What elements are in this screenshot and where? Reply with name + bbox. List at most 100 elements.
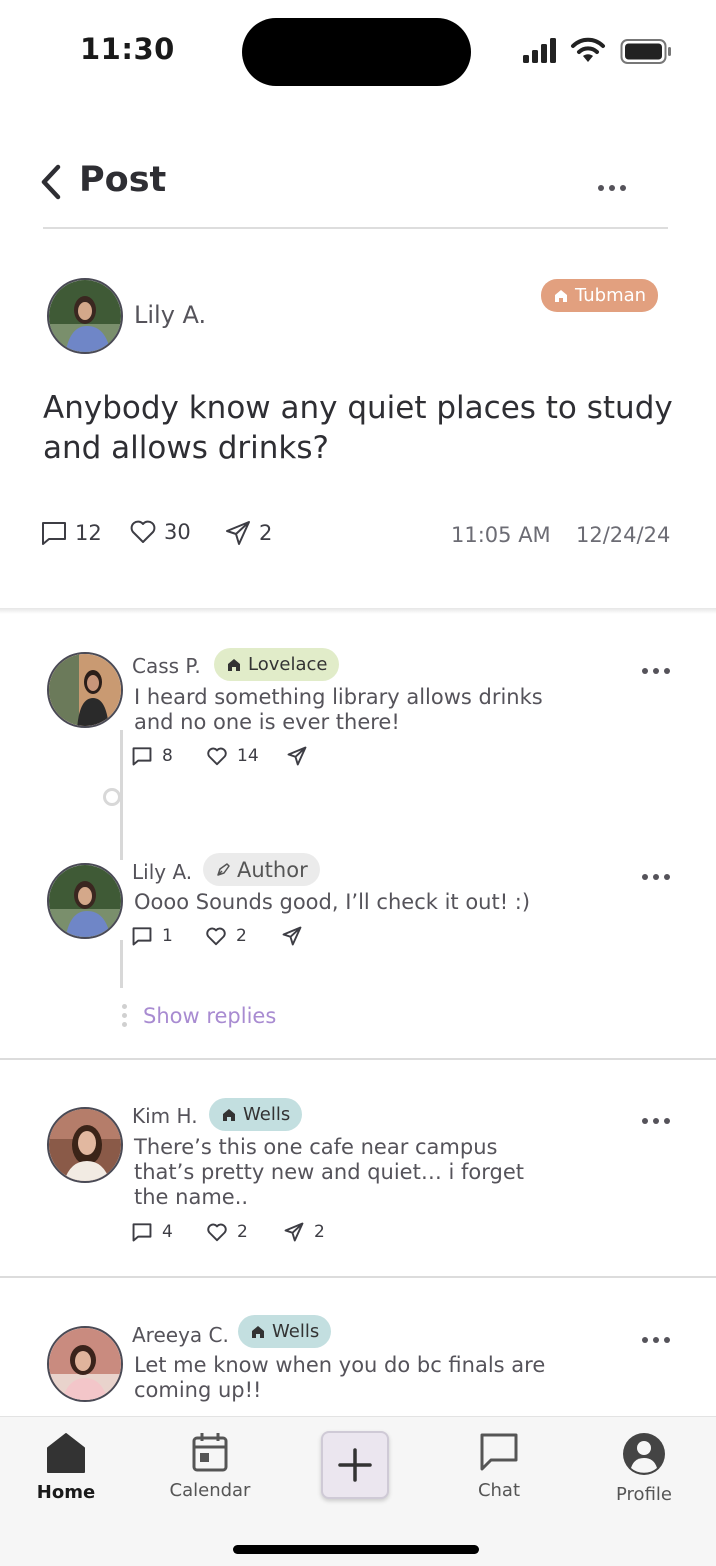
send-icon: [287, 746, 307, 766]
send-icon: [284, 1222, 304, 1242]
comment-count-button[interactable]: 12: [41, 520, 102, 546]
comment-icon: [132, 927, 152, 946]
heart-icon: [130, 520, 156, 543]
share-count-button[interactable]: 2: [284, 1222, 325, 1242]
post-author-name[interactable]: Lily A.: [134, 301, 206, 329]
comment-more-icon[interactable]: [642, 1118, 670, 1124]
avatar[interactable]: [47, 278, 123, 354]
thread-dots: [122, 1004, 127, 1027]
home-indicator: [233, 1545, 479, 1554]
show-replies-link[interactable]: Show replies: [143, 1004, 276, 1028]
share-count-button[interactable]: 2: [225, 520, 272, 546]
dorm-tag[interactable]: Wells: [209, 1098, 303, 1131]
dorm-tag[interactable]: Wells: [238, 1315, 332, 1348]
like-count: 2: [237, 1222, 248, 1242]
comment-author-name[interactable]: Areeya C.: [132, 1323, 229, 1347]
profile-icon: [623, 1433, 665, 1475]
like-count: 2: [236, 926, 247, 946]
like-count: 14: [237, 746, 259, 766]
dorm-tag-label: Wells: [243, 1104, 291, 1125]
house-icon: [223, 1108, 235, 1121]
comment-author-name[interactable]: Kim H.: [132, 1104, 198, 1128]
house-icon: [252, 1325, 264, 1338]
comment-count: 12: [75, 521, 102, 545]
comment-icon: [132, 1223, 152, 1242]
chat-icon: [480, 1433, 518, 1471]
dynamic-island: [242, 18, 471, 86]
dorm-tag-label: Lovelace: [248, 654, 328, 675]
battery-icon: [620, 39, 671, 64]
tab-label: Calendar: [169, 1480, 251, 1501]
reply-count-button[interactable]: 8: [132, 746, 173, 766]
house-icon: [228, 658, 240, 671]
share-button[interactable]: [282, 926, 302, 946]
more-options-icon[interactable]: [598, 185, 626, 191]
comment-icon: [132, 747, 152, 766]
tab-label: Profile: [616, 1484, 672, 1505]
comment-body: Let me know when you do bc finals are co…: [134, 1353, 546, 1402]
avatar[interactable]: [47, 1107, 123, 1183]
dorm-tag[interactable]: Tubman: [541, 279, 659, 312]
like-count-button[interactable]: 2: [206, 926, 247, 946]
avatar[interactable]: [47, 652, 123, 728]
send-icon: [226, 521, 250, 545]
post-time: 11:05 AM: [451, 523, 551, 547]
create-post-button[interactable]: [321, 1431, 389, 1499]
plus-icon: [338, 1448, 372, 1482]
house-icon: [555, 289, 567, 302]
comment-more-icon[interactable]: [642, 874, 670, 880]
thread-node: [103, 788, 121, 806]
comment-more-icon[interactable]: [642, 668, 670, 674]
tab-calendar[interactable]: Calendar: [160, 1420, 260, 1501]
like-count-button[interactable]: 30: [130, 520, 191, 544]
avatar[interactable]: [47, 863, 123, 939]
status-time: 11:30: [80, 32, 175, 66]
comment-divider: [0, 1058, 716, 1060]
author-tag: Author: [203, 853, 320, 886]
comment-author-name[interactable]: Lily A.: [132, 860, 192, 884]
tab-chat[interactable]: Chat: [449, 1420, 549, 1501]
like-count-button[interactable]: 2: [207, 1222, 248, 1242]
like-count: 30: [164, 520, 191, 544]
post-body: Anybody know any quiet places to study a…: [43, 390, 673, 466]
reply-count: 4: [162, 1222, 173, 1242]
avatar[interactable]: [47, 1326, 123, 1402]
tab-label: Home: [36, 1482, 96, 1503]
share-button[interactable]: [287, 746, 307, 766]
back-chevron-icon[interactable]: [38, 164, 64, 200]
dorm-tag[interactable]: Lovelace: [214, 648, 340, 681]
calendar-icon: [192, 1433, 228, 1472]
share-count: 2: [314, 1222, 325, 1242]
share-count: 2: [259, 521, 273, 545]
comment-divider: [0, 1276, 716, 1278]
tab-label: Chat: [477, 1480, 521, 1501]
comment-body: Oooo Sounds good, I’ll check it out! :): [134, 890, 531, 914]
comment-body: I heard something library allows drinks …: [134, 685, 543, 734]
reply-count-button[interactable]: 1: [132, 926, 173, 946]
author-tag-label: Author: [237, 857, 308, 882]
cellular-signal-icon: [523, 38, 556, 63]
thread-line: [120, 940, 123, 988]
divider-shadow: [0, 608, 716, 614]
heart-icon: [207, 747, 227, 765]
reply-count-button[interactable]: 4: [132, 1222, 173, 1242]
reply-count: 1: [162, 926, 173, 946]
page-title: Post: [79, 160, 167, 200]
heart-icon: [207, 1223, 227, 1241]
tab-profile[interactable]: Profile: [594, 1420, 694, 1505]
reply-count: 8: [162, 746, 173, 766]
heart-icon: [206, 927, 226, 945]
comment-body: There’s this one cafe near campus that’s…: [134, 1135, 524, 1209]
like-count-button[interactable]: 14: [207, 746, 259, 766]
comment-more-icon[interactable]: [642, 1337, 670, 1343]
dorm-tag-label: Tubman: [575, 285, 647, 306]
comment-icon: [42, 522, 66, 545]
tab-home[interactable]: Home: [16, 1420, 116, 1503]
send-icon: [282, 926, 302, 946]
header-divider: [43, 227, 668, 229]
pen-icon: [217, 862, 230, 876]
post-date: 12/24/24: [576, 523, 671, 547]
wifi-icon: [571, 37, 605, 62]
home-icon: [47, 1433, 85, 1473]
comment-author-name[interactable]: Cass P.: [132, 654, 201, 678]
